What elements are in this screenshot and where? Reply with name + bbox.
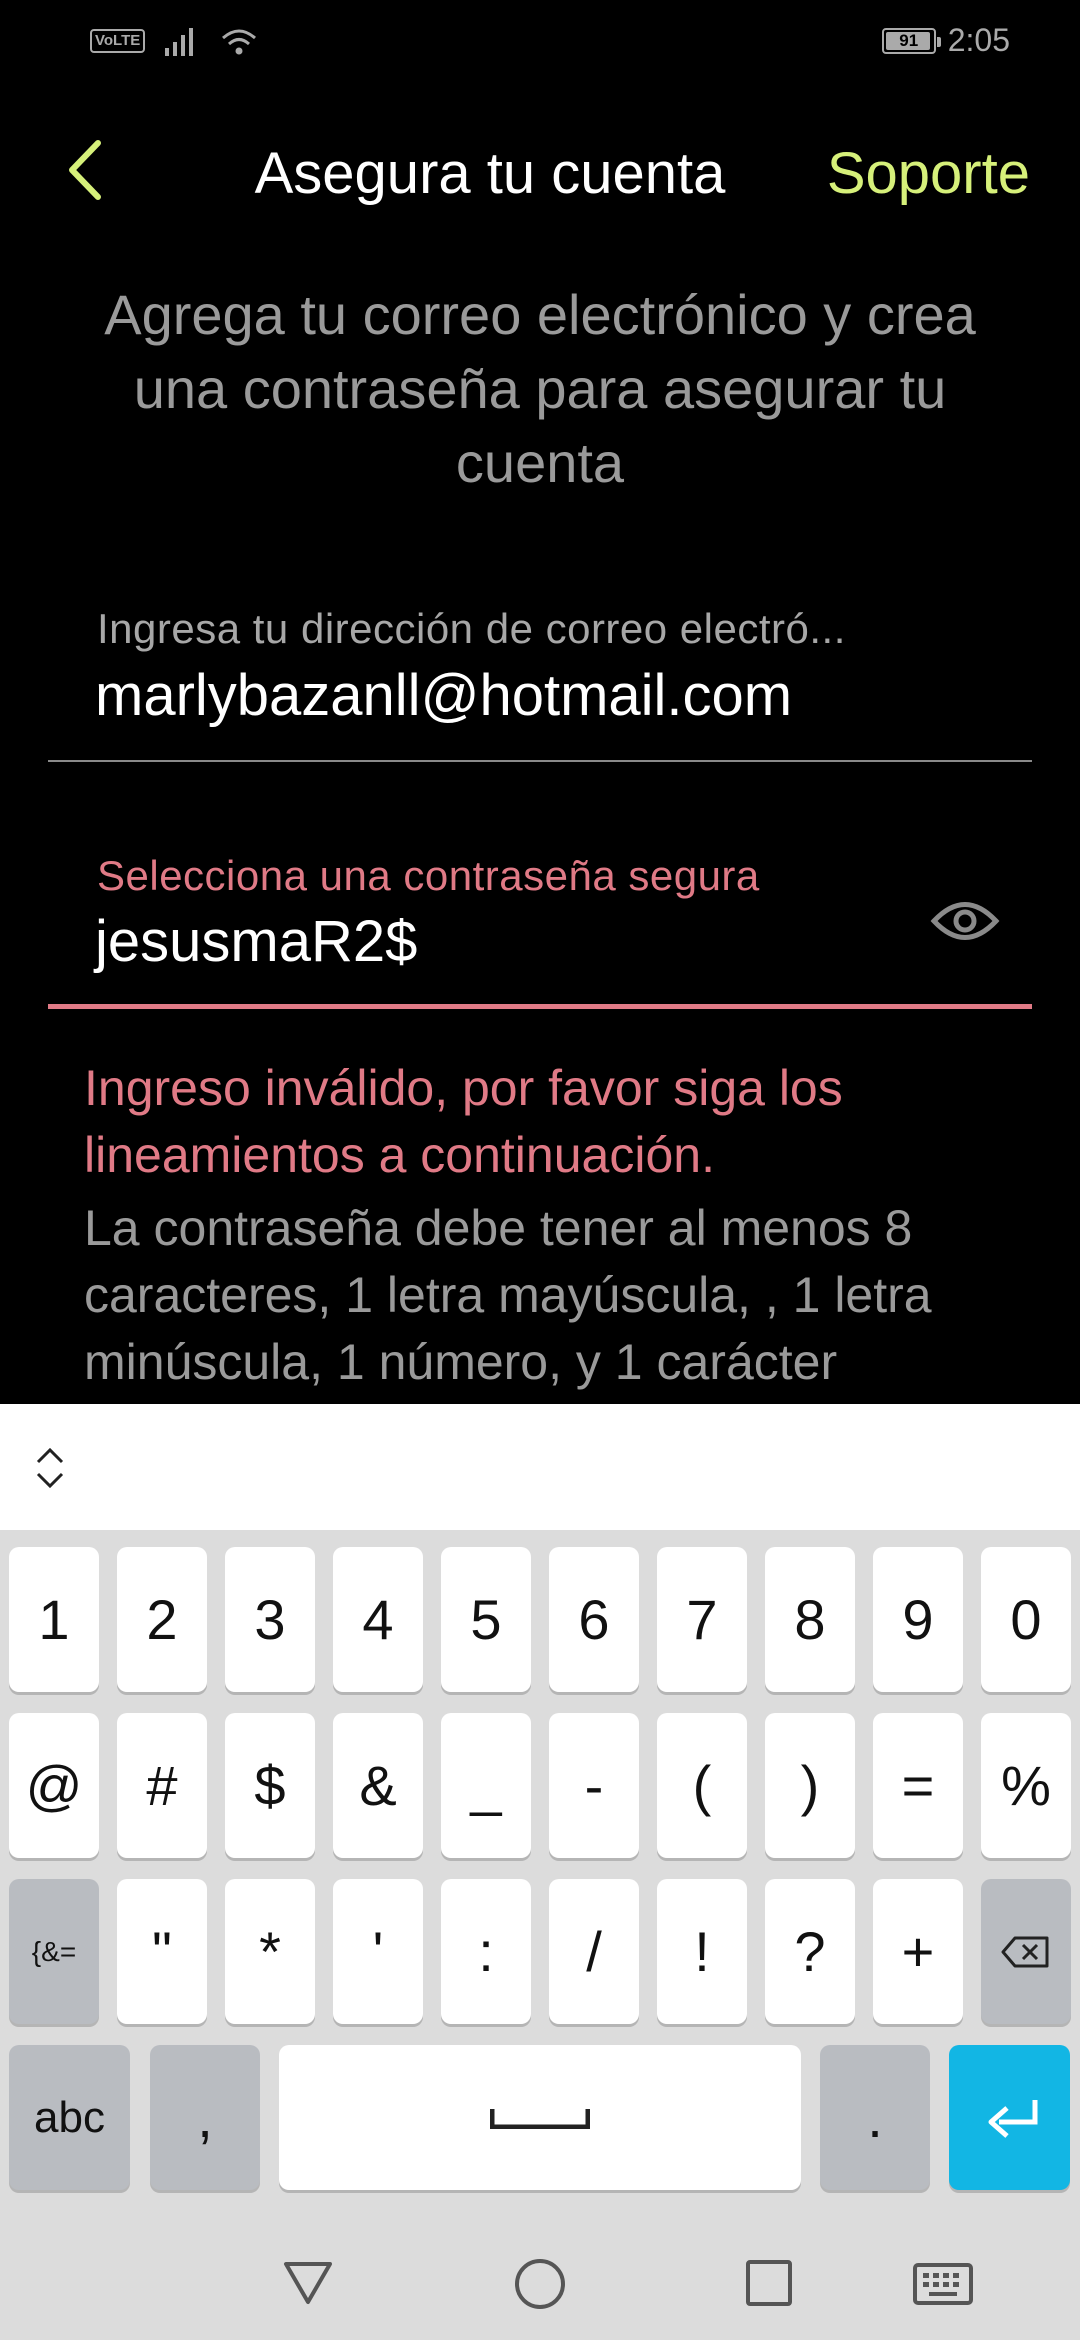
recents-square-icon[interactable] — [744, 2258, 794, 2308]
key-close-paren[interactable]: ) — [765, 1713, 855, 1858]
key-more-symbols-label: {&= — [31, 1935, 77, 1967]
page-title: Asegura tu cuenta — [254, 141, 726, 206]
backspace-icon — [1001, 1936, 1049, 1967]
key-space[interactable] — [279, 2045, 801, 2190]
password-field-underline — [48, 1004, 1032, 1009]
key-abc-label: abc — [34, 2092, 105, 2142]
key-1[interactable]: 1 — [9, 1547, 99, 1692]
battery-level: 91 — [899, 30, 919, 50]
wifi-icon — [222, 29, 257, 55]
key-question[interactable]: ? — [765, 1879, 855, 2024]
key-slash[interactable]: / — [549, 1879, 639, 2024]
keyboard-toolbar — [0, 1404, 1080, 1530]
home-circle-icon[interactable] — [512, 2256, 568, 2312]
key-7[interactable]: 7 — [657, 1547, 747, 1692]
status-bar: VoLTE 91 2:05 — [0, 0, 1080, 84]
key-percent[interactable]: % — [981, 1713, 1071, 1858]
key-0[interactable]: 0 — [981, 1547, 1071, 1692]
email-field-value[interactable]: marlybazanll@hotmail.com — [95, 662, 792, 729]
key-underscore[interactable]: _ — [441, 1713, 531, 1858]
key-abc[interactable]: abc — [9, 2045, 130, 2190]
email-field-underline — [48, 760, 1032, 762]
email-field-label: Ingresa tu dirección de correo electró..… — [97, 605, 846, 652]
key-at[interactable]: @ — [9, 1713, 99, 1858]
key-6[interactable]: 6 — [549, 1547, 639, 1692]
expand-collapse-icon[interactable] — [30, 1446, 70, 1490]
keyboard-switch-icon[interactable] — [912, 2262, 974, 2306]
back-arrow-icon[interactable] — [60, 135, 110, 205]
enter-icon — [988, 2099, 1037, 2138]
password-field-value[interactable]: jesusmaR2$ — [95, 908, 417, 975]
key-open-paren[interactable]: ( — [657, 1713, 747, 1858]
space-icon — [490, 2108, 590, 2129]
key-4[interactable]: 4 — [333, 1547, 423, 1692]
back-triangle-icon[interactable] — [282, 2260, 334, 2306]
key-plus[interactable]: + — [873, 1879, 963, 2024]
password-requirements: La contraseña debe tener al menos 8 cara… — [84, 1200, 932, 1390]
key-equals[interactable]: = — [873, 1713, 963, 1858]
key-2[interactable]: 2 — [117, 1547, 207, 1692]
error-message: Ingreso inválido, por favor siga los lin… — [84, 1060, 843, 1183]
key-exclamation[interactable]: ! — [657, 1879, 747, 2024]
key-period[interactable]: . — [820, 2045, 930, 2190]
key-asterisk[interactable]: * — [225, 1879, 315, 2024]
key-enter[interactable] — [949, 2045, 1070, 2190]
clock: 2:05 — [947, 22, 1010, 58]
key-double-quote[interactable]: " — [117, 1879, 207, 2024]
key-5[interactable]: 5 — [441, 1547, 531, 1692]
key-comma[interactable]: , — [150, 2045, 260, 2190]
key-3[interactable]: 3 — [225, 1547, 315, 1692]
key-dollar[interactable]: $ — [225, 1713, 315, 1858]
key-hyphen[interactable]: - — [549, 1713, 639, 1858]
signal-icon — [165, 28, 194, 56]
battery-icon: 91 — [881, 27, 941, 54]
volte-indicator: VoLTE — [90, 29, 146, 53]
key-ampersand[interactable]: & — [333, 1713, 423, 1858]
navigation-bar — [0, 2210, 1080, 2340]
intro-text: Agrega tu correo electrónico y crea una … — [104, 283, 976, 494]
password-field-label: Selecciona una contraseña segura — [97, 852, 760, 899]
key-8[interactable]: 8 — [765, 1547, 855, 1692]
key-more-symbols[interactable]: {&= — [9, 1879, 99, 2024]
key-hash[interactable]: # — [117, 1713, 207, 1858]
key-backspace[interactable] — [981, 1879, 1071, 2024]
show-password-icon[interactable] — [930, 896, 1000, 946]
key-apostrophe[interactable]: ' — [333, 1879, 423, 2024]
key-9[interactable]: 9 — [873, 1547, 963, 1692]
key-colon[interactable]: : — [441, 1879, 531, 2024]
support-link[interactable]: Soporte — [827, 140, 1030, 207]
